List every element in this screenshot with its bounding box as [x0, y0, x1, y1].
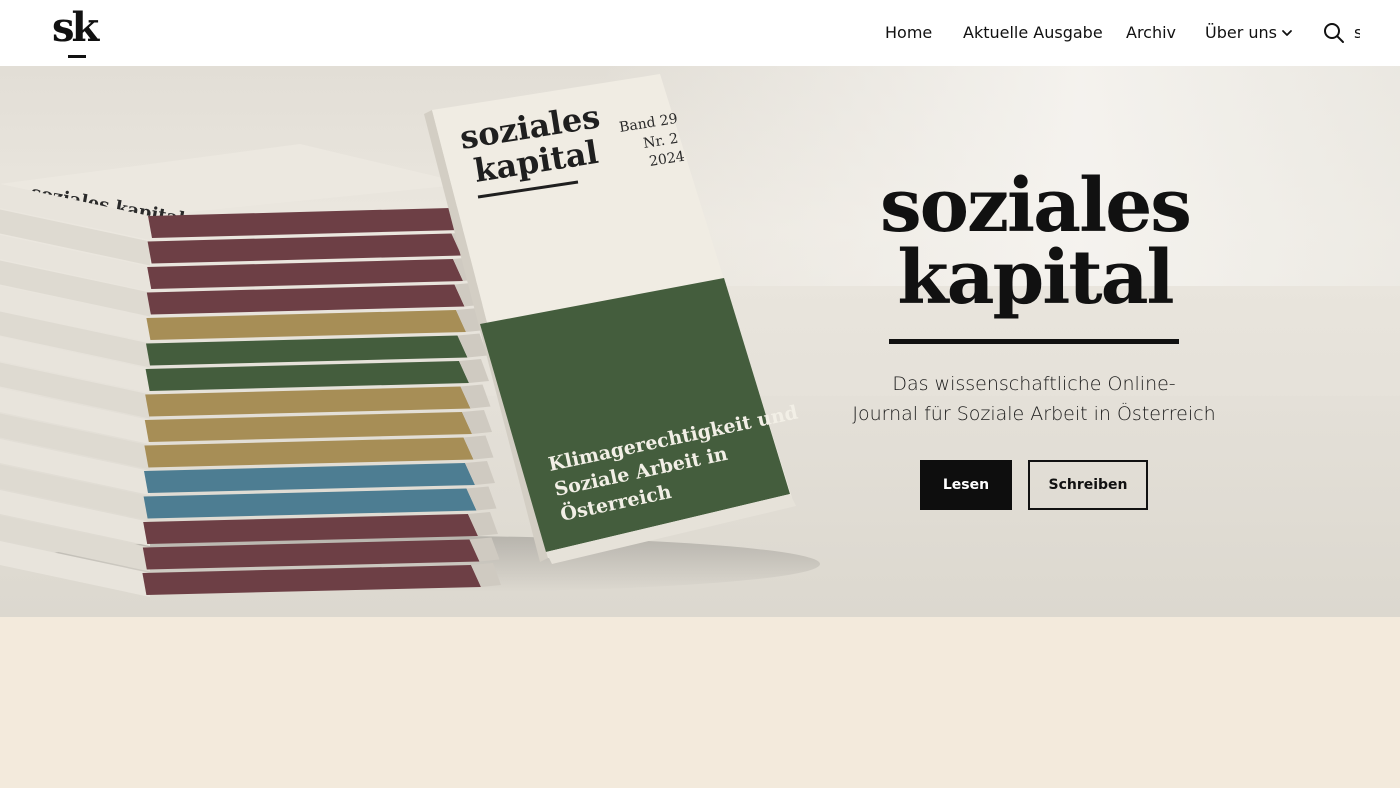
chevron-down-icon[interactable]: [1281, 28, 1293, 38]
stack-spine: [148, 208, 460, 238]
journal-stack-image: soziales kapital soziales kapital Band 2…: [0, 74, 820, 597]
site-logo[interactable]: sk: [52, 6, 108, 60]
nav-overflow-text[interactable]: s: [1354, 22, 1360, 44]
hero-section: soziales kapital soziales kapital Band 2…: [0, 66, 1400, 617]
hero-subtitle-line2: Journal für Soziale Arbeit in Österreich: [852, 403, 1216, 425]
stack-spine: [144, 437, 474, 468]
stack-spine: [144, 463, 475, 493]
nav-archive[interactable]: Archiv: [1126, 22, 1176, 44]
nav-home[interactable]: Home: [885, 22, 932, 44]
stack-spine: [147, 233, 462, 264]
stack-spine: [146, 335, 468, 366]
hero-subtitle-line1: Das wissenschaftliche Online-: [892, 373, 1176, 395]
stack-spine: [145, 386, 471, 417]
nav-current-issue[interactable]: Aktuelle Ausgabe: [963, 22, 1103, 44]
stack-spine: [143, 488, 477, 519]
hero-title-line2: kapital: [897, 235, 1174, 321]
read-button[interactable]: Lesen: [920, 460, 1012, 510]
site-header: sk Home Aktuelle Ausgabe Archiv Über uns…: [0, 0, 1400, 66]
hero-title-line1: soziales: [880, 163, 1192, 249]
stack-spine: [147, 259, 463, 289]
hero-title: soziales kapital: [860, 163, 1210, 321]
logo-text: sk: [52, 4, 99, 51]
nav-about[interactable]: Über uns: [1205, 22, 1277, 44]
stack-spine: [146, 284, 465, 315]
content-area: [0, 617, 1400, 788]
search-icon[interactable]: [1323, 22, 1345, 44]
logo-underline: [68, 55, 86, 58]
stack-spine: [144, 412, 473, 442]
book-stack: soziales kapital: [0, 144, 501, 597]
hero-title-rule: [889, 339, 1179, 344]
write-button[interactable]: Schreiben: [1028, 460, 1148, 510]
stack-spine: [146, 310, 466, 340]
hero-subtitle: Das wissenschaftliche Online- Journal fü…: [850, 369, 1218, 429]
stack-spine: [145, 361, 469, 391]
